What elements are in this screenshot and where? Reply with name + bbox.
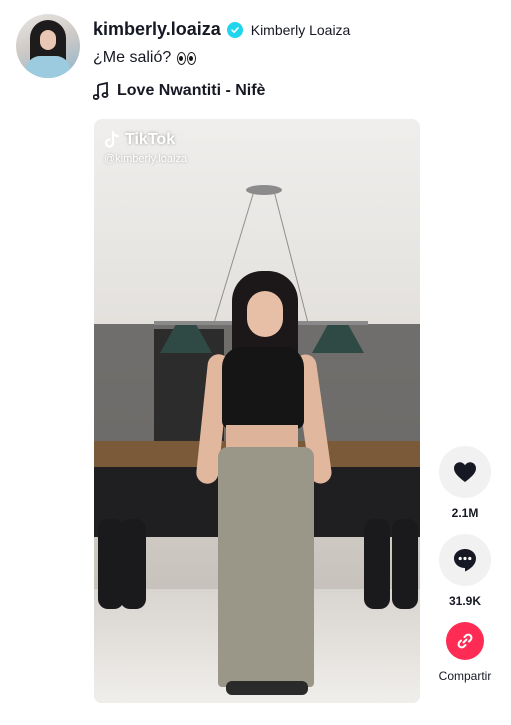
comment-button[interactable] [439, 534, 491, 586]
tiktok-logo-icon [104, 131, 120, 148]
person-pants [218, 447, 314, 687]
watermark-username: @kimberly.loaiza [104, 153, 188, 165]
music-title: Love Nwantiti - Nifè [117, 82, 266, 99]
music-note-icon [93, 82, 109, 100]
ceiling-lamp-mount [246, 185, 282, 195]
author-username[interactable]: kimberly.loaiza [93, 19, 221, 40]
pool-table-leg [364, 519, 390, 609]
action-bar: 2.1M 31.9K Compartir [432, 446, 498, 683]
avatar-face [40, 30, 56, 50]
person-shoes [226, 681, 308, 695]
music-link[interactable]: Love Nwantiti - Nifè [93, 82, 265, 100]
like-button[interactable] [439, 446, 491, 498]
avatar-clothing [26, 56, 70, 78]
person-top [222, 347, 304, 429]
verified-badge-icon [226, 21, 243, 38]
person-face [247, 291, 283, 337]
watermark-brand: TikTok [125, 131, 176, 148]
author-nickname[interactable]: Kimberly Loaiza [251, 22, 351, 38]
link-icon [457, 633, 473, 649]
caption-text: ¿Me salió? [93, 49, 172, 66]
like-count: 2.1M [451, 506, 479, 520]
author-header: kimberly.loaiza Kimberly Loaiza [93, 19, 350, 40]
tiktok-watermark: TikTok @kimberly.loaiza [104, 131, 187, 165]
video-player[interactable]: TikTok @kimberly.loaiza [94, 119, 420, 703]
pool-table-leg [392, 519, 418, 609]
author-avatar[interactable] [16, 14, 80, 78]
share-label: Compartir [438, 669, 492, 683]
post-caption: ¿Me salió? [93, 49, 197, 67]
pool-table-leg [120, 519, 146, 609]
share-button[interactable] [446, 622, 484, 660]
comment-count: 31.9K [448, 594, 482, 608]
heart-icon [454, 462, 476, 482]
comment-icon [454, 549, 476, 572]
eyes-emoji-icon [177, 51, 197, 65]
